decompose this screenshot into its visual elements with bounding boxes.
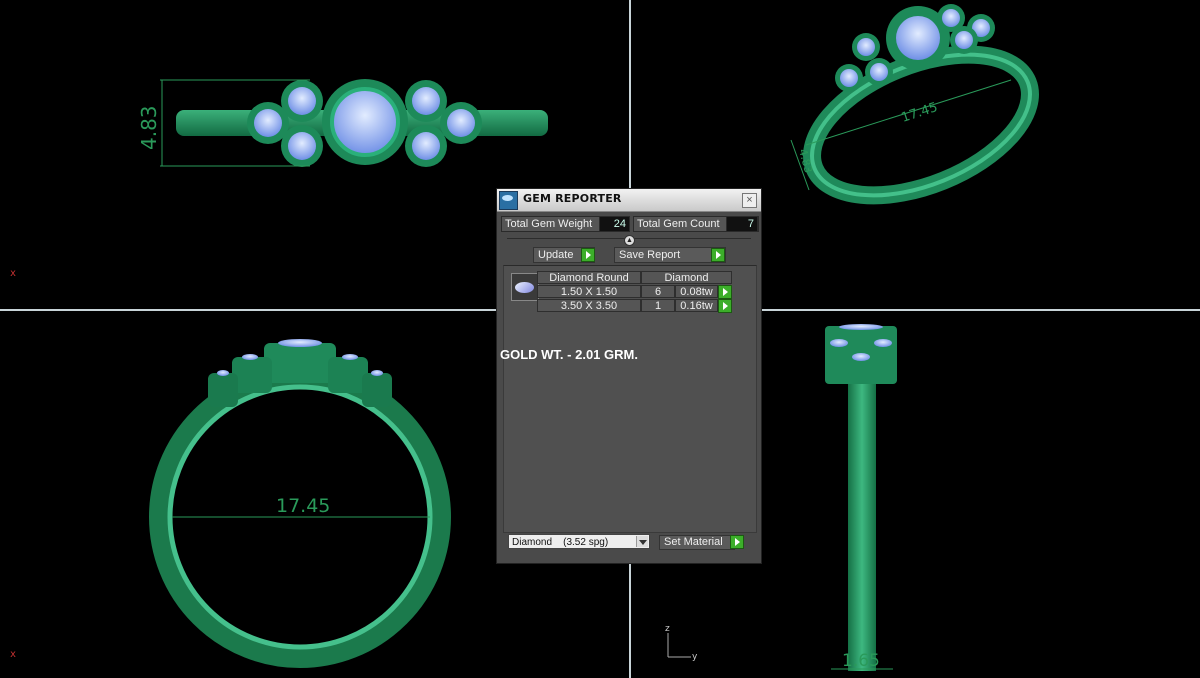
collapse-toggle-icon[interactable]: ▲ (624, 235, 635, 246)
column-header-shape: Diamond Round (537, 271, 641, 284)
column-header-material: Diamond (641, 271, 732, 284)
material-select[interactable]: Diamond (3.52 spg) (508, 534, 650, 549)
save-report-go-icon[interactable] (711, 248, 725, 262)
axis-z-label: z (665, 624, 670, 634)
ring-shank (848, 371, 876, 671)
set-material-button[interactable]: Set Material (659, 535, 735, 550)
row-select-icon[interactable] (718, 299, 732, 313)
save-report-button[interactable]: Save Report (614, 247, 726, 263)
row-size: 3.50 X 3.50 (537, 299, 641, 312)
close-button[interactable]: × (742, 193, 757, 208)
gem-reporter-title: GEM REPORTER (523, 192, 622, 205)
top-view-dimension: 4.83 (137, 105, 161, 150)
round-diamond-icon (511, 273, 539, 301)
set-material-button-label: Set Material (664, 536, 723, 548)
total-gem-count-value: 7 (726, 216, 758, 232)
axis-x-label: x (10, 649, 16, 660)
save-report-button-label: Save Report (619, 249, 681, 261)
row-weight: 0.08tw (675, 285, 718, 298)
row-count: 1 (641, 299, 675, 312)
gem-reporter-icon (499, 191, 518, 210)
gem-cluster (835, 4, 995, 92)
total-gem-weight-value: 24 (599, 216, 630, 232)
front-view-dimension: 17.45 (276, 495, 330, 517)
update-go-icon[interactable] (581, 248, 595, 262)
gem-list-area: Diamond Round Diamond 1.50 X 1.50 6 0.08… (503, 265, 757, 533)
gold-weight-note: GOLD WT. - 2.01 GRM. (500, 347, 638, 362)
axis-x-label: x (10, 268, 17, 279)
gem-reporter-titlebar[interactable]: GEM REPORTER × (497, 189, 761, 212)
row-size: 1.50 X 1.50 (537, 285, 641, 298)
update-button-label: Update (538, 249, 574, 261)
set-material-go-icon[interactable] (730, 535, 744, 549)
gem-cluster (247, 79, 482, 167)
axis-triad: z y (665, 624, 698, 662)
gem-settings (208, 339, 392, 407)
row-select-icon[interactable] (718, 285, 732, 299)
perspective-length-dimension: 17.45 (900, 100, 940, 126)
side-view-dimension: 1.65 (842, 651, 880, 671)
row-count: 6 (641, 285, 675, 298)
chevron-down-icon[interactable] (636, 536, 648, 547)
gem-reporter-panel: GEM REPORTER × Total Gem Weight 24 Total… (496, 188, 762, 564)
row-weight: 0.16tw (675, 299, 718, 312)
material-select-value: Diamond (3.52 spg) (512, 537, 609, 548)
axis-y-label: y (692, 652, 698, 662)
gem-cluster (825, 324, 897, 384)
